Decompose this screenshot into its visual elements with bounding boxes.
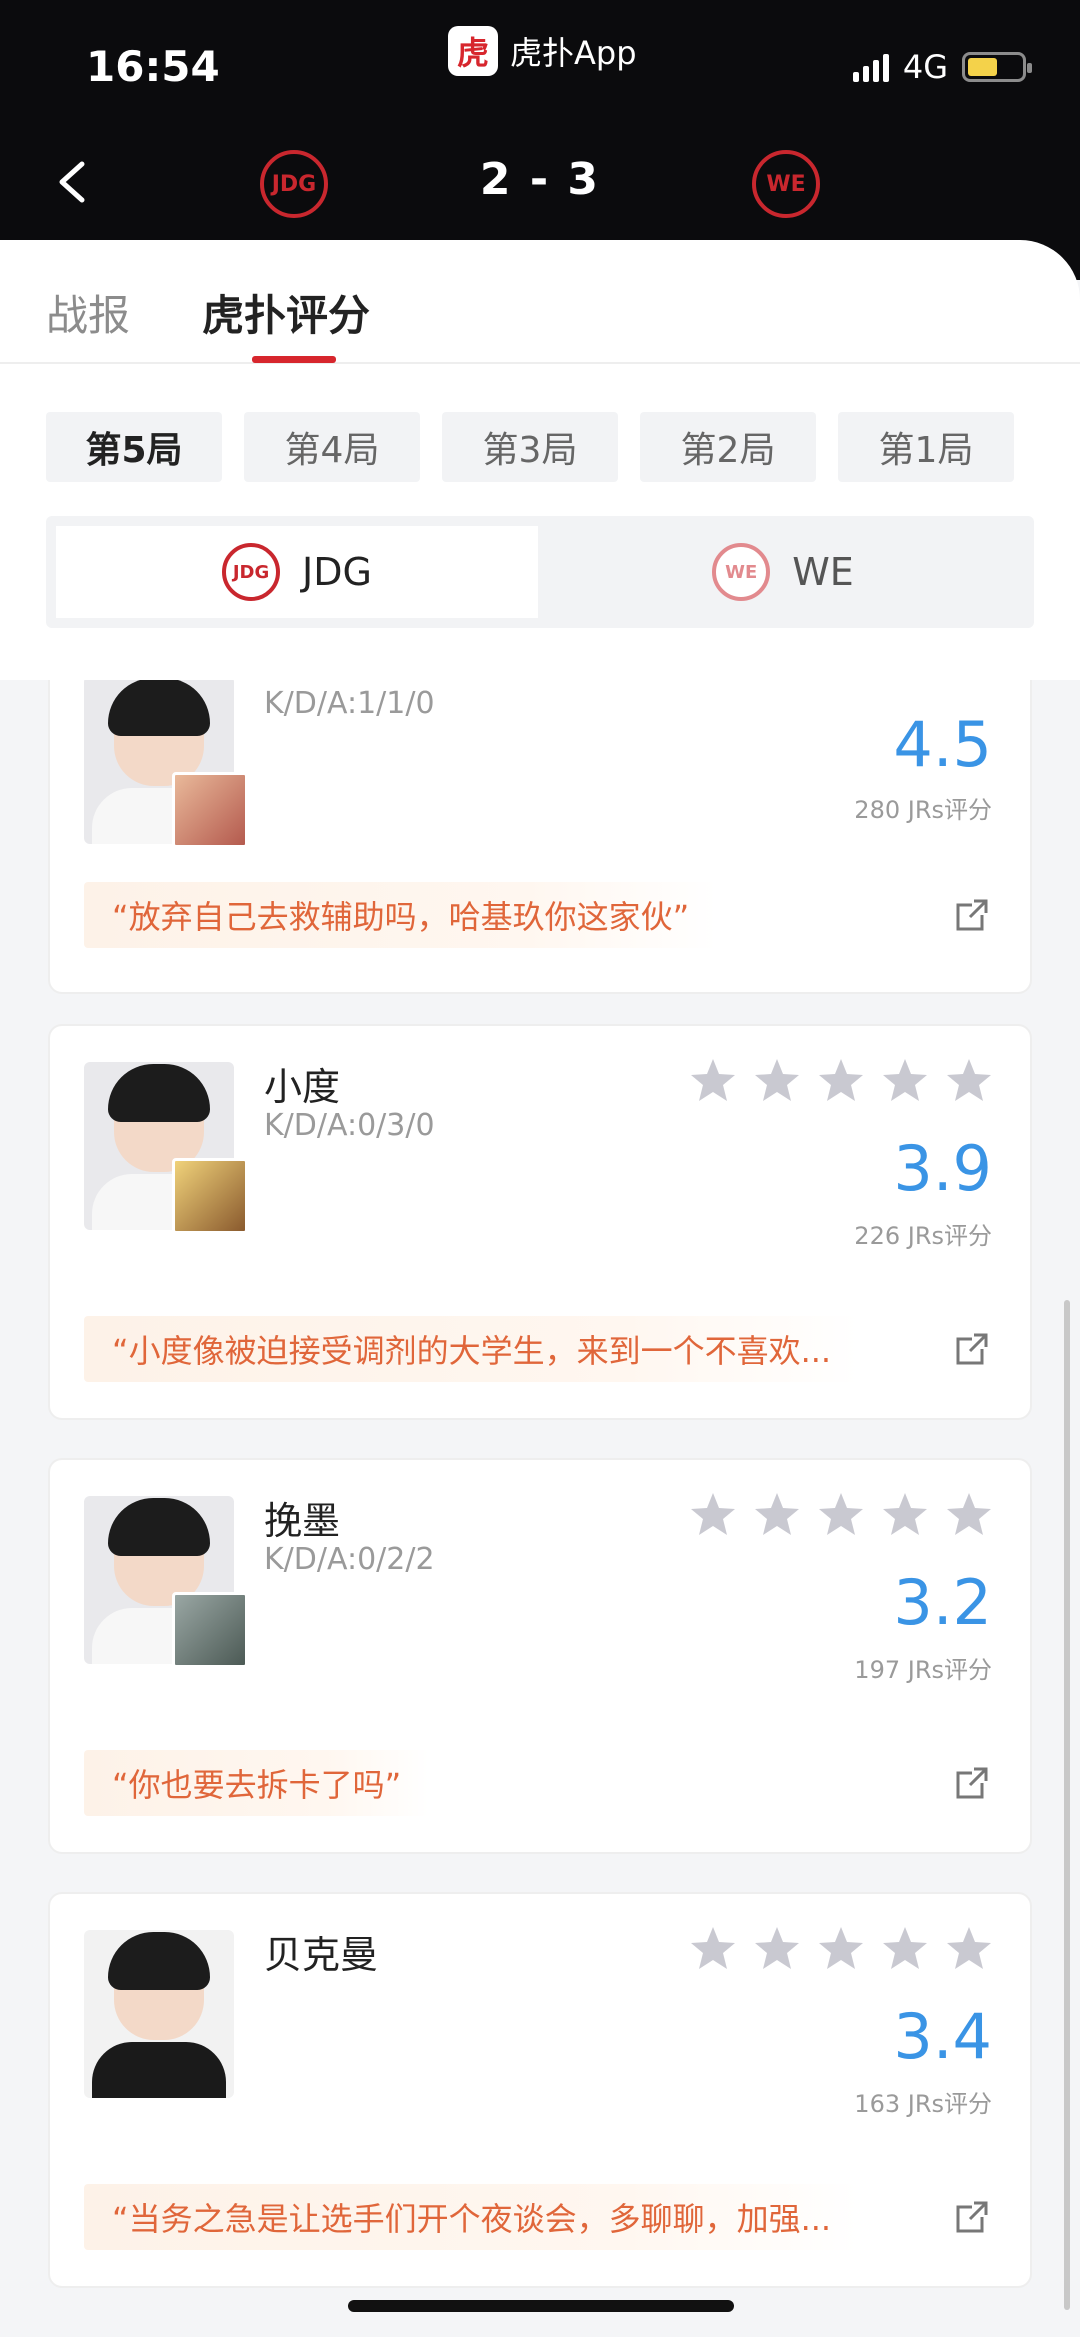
star-icon[interactable] [944, 1490, 994, 1540]
star-icon[interactable] [944, 1924, 994, 1974]
player-name: 小度 [264, 1065, 341, 1109]
home-indicator[interactable] [348, 2300, 734, 2312]
app-name: 虎扑App [510, 34, 637, 72]
star-icon[interactable] [816, 1490, 866, 1540]
team-switch: JDG JDG WE WE [46, 516, 1034, 628]
top-comment[interactable]: “你也要去拆卡了吗” [84, 1750, 430, 1816]
share-icon[interactable] [952, 1763, 992, 1803]
player-card[interactable]: 贝克曼 3.4 163 JRs评分 “当务之急是让选手们开个夜谈会，多聊聊，加强… [48, 1892, 1032, 2288]
player-name: 贝克曼 [264, 1933, 379, 1977]
game-1-button[interactable]: 第1局 [838, 412, 1014, 482]
hero-portrait [172, 1158, 248, 1234]
star-icon[interactable] [752, 1490, 802, 1540]
star-icon[interactable] [688, 1490, 738, 1540]
share-icon[interactable] [952, 1329, 992, 1369]
star-icon[interactable] [880, 1490, 930, 1540]
rating-panel: 战报 虎扑评分 第5局 第4局 第3局 第2局 第1局 JDG JDG WE W… [0, 240, 1080, 680]
tab-hupu-rating[interactable]: 虎扑评分 [202, 282, 370, 343]
top-comment[interactable]: “小度像被迫接受调剂的大学生，来到一个不喜欢... [84, 1316, 860, 1382]
star-icon[interactable] [816, 1056, 866, 1106]
hero-portrait [172, 1592, 248, 1668]
star-rating[interactable] [688, 1924, 994, 1974]
team-tab-label: JDG [302, 550, 372, 594]
hero-portrait [172, 772, 248, 848]
coach-avatar [84, 1930, 234, 2098]
player-kda: K/D/A:0/3/0 [264, 1108, 435, 1143]
rating-count: 163 JRs评分 [854, 2090, 992, 2118]
player-card[interactable]: 小度 K/D/A:0/3/0 3.9 226 JRs评分 “小度像被迫接受调剂的… [48, 1024, 1032, 1420]
hupu-logo: 虎 [448, 26, 498, 76]
we-logo-icon: WE [712, 543, 771, 601]
top-comment[interactable]: “当务之急是让选手们开个夜谈会，多聊聊，加强... [84, 2184, 860, 2250]
status-indicators: 4G [852, 48, 1032, 86]
away-team-logo[interactable]: WE [752, 150, 820, 218]
team-tab-we[interactable]: WE WE [542, 526, 1024, 618]
share-icon[interactable] [952, 895, 992, 935]
game-4-button[interactable]: 第4局 [244, 412, 420, 482]
player-rating-list[interactable]: K/D/A:1/1/0 4.5 280 JRs评分 “放弃自己去救辅助吗，哈基玖… [0, 680, 1080, 2337]
rating-count: 226 JRs评分 [854, 1222, 992, 1250]
star-icon[interactable] [944, 1056, 994, 1106]
star-rating[interactable] [688, 1490, 994, 1540]
battery-icon [962, 52, 1032, 82]
jdg-logo-icon: JDG [222, 543, 281, 601]
player-card[interactable]: K/D/A:1/1/0 4.5 280 JRs评分 “放弃自己去救辅助吗，哈基玖… [48, 680, 1032, 994]
star-icon[interactable] [816, 1924, 866, 1974]
status-time: 16:54 [86, 42, 220, 91]
app-indicator[interactable]: 虎 虎扑App [448, 26, 637, 76]
star-icon[interactable] [880, 1056, 930, 1106]
rating-count: 280 JRs评分 [854, 796, 992, 824]
tab-report[interactable]: 战报 [46, 282, 130, 343]
game-2-button[interactable]: 第2局 [640, 412, 816, 482]
player-kda: K/D/A:0/2/2 [264, 1542, 435, 1577]
player-kda: K/D/A:1/1/0 [264, 686, 435, 721]
star-icon[interactable] [752, 1056, 802, 1106]
match-score: 2 - 3 [479, 154, 601, 205]
game-selector: 第5局 第4局 第3局 第2局 第1局 [46, 412, 1014, 482]
signal-icon [852, 52, 889, 82]
active-tab-indicator [252, 356, 336, 363]
top-comment[interactable]: “放弃自己去救辅助吗，哈基玖你这家伙” [84, 882, 718, 948]
team-tab-label: WE [792, 550, 854, 594]
team-tab-jdg[interactable]: JDG JDG [56, 526, 538, 618]
star-icon[interactable] [752, 1924, 802, 1974]
star-icon[interactable] [688, 1056, 738, 1106]
scrollbar[interactable] [1064, 1300, 1070, 2310]
star-icon[interactable] [688, 1924, 738, 1974]
player-rating: 3.2 [893, 1566, 992, 1639]
player-card[interactable]: 挽墨 K/D/A:0/2/2 3.2 197 JRs评分 “你也要去拆卡了吗” [48, 1458, 1032, 1854]
player-rating: 3.9 [893, 1132, 992, 1205]
share-icon[interactable] [952, 2197, 992, 2237]
main-tabs: 战报 虎扑评分 [0, 240, 1080, 364]
match-header: 16:54 虎 虎扑App 4G JDG 2 - 3 WE [0, 0, 1080, 280]
star-icon[interactable] [880, 1924, 930, 1974]
game-3-button[interactable]: 第3局 [442, 412, 618, 482]
star-rating[interactable] [688, 1056, 994, 1106]
player-name: 挽墨 [264, 1499, 341, 1543]
game-5-button[interactable]: 第5局 [46, 412, 222, 482]
player-rating: 3.4 [893, 2000, 992, 2073]
network-type: 4G [902, 48, 948, 86]
player-rating: 4.5 [893, 708, 992, 781]
rating-count: 197 JRs评分 [854, 1656, 992, 1684]
